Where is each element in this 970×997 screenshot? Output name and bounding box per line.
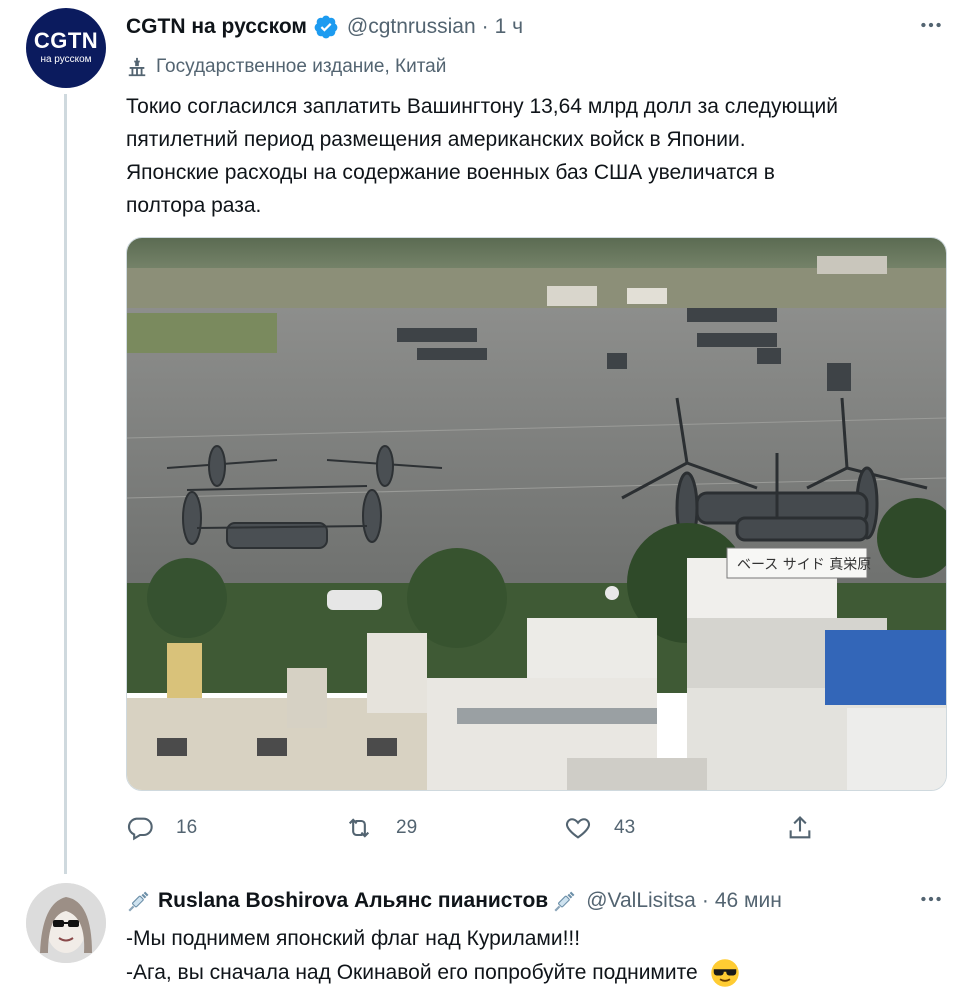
syringe-icon — [554, 891, 575, 912]
handle[interactable]: @cgtnrussian — [347, 15, 476, 39]
retweet-count: 29 — [396, 817, 418, 838]
avatar-logo-subtext: на русском — [40, 54, 92, 65]
syringe-icon — [128, 891, 149, 912]
tweet-photo[interactable]: ベース サイド 真栄原 — [126, 237, 947, 791]
tweet-text: Токио согласился заплатить Вашингтону 13… — [126, 90, 946, 222]
reply-text: -Мы поднимем японский флаг над Курилами!… — [126, 922, 740, 990]
reply-icon — [127, 817, 153, 841]
reply-timestamp[interactable]: 46 мин — [715, 889, 782, 913]
separator-dot: · — [701, 889, 709, 912]
media-sign-text: ベース サイド 真栄原 — [737, 557, 871, 573]
reply-avatar-portrait — [26, 883, 106, 963]
state-label-text: Государственное издание, Китай — [156, 56, 447, 77]
retweet-icon — [348, 818, 370, 838]
reply-button[interactable]: 16 — [126, 808, 197, 848]
sunglasses-emoji-icon — [710, 959, 739, 988]
reply-count: 16 — [176, 817, 198, 838]
like-button[interactable]: 43 — [564, 808, 635, 848]
reply-avatar[interactable] — [26, 883, 106, 963]
reply-handle[interactable]: @ValLisitsa — [586, 889, 696, 913]
reply-header: Ruslana Boshirova Альянс пианистов @ValL… — [126, 884, 782, 918]
like-count: 43 — [614, 817, 636, 838]
more-options-button[interactable] — [916, 10, 946, 40]
tweet-header: CGTN на русском @cgtnrussian · 1 ч — [126, 10, 523, 44]
thread-connector-line — [64, 94, 67, 874]
more-dots-icon — [921, 896, 941, 902]
heart-icon — [565, 818, 591, 839]
verified-badge-icon — [314, 15, 338, 39]
timestamp[interactable]: 1 ч — [495, 15, 523, 39]
reply-text-line-content: -Ага, вы сначала над Окинавой его попроб… — [126, 961, 698, 984]
avatar[interactable]: CGTN на русском — [26, 8, 106, 88]
tweet-actions: 16 29 43 — [126, 808, 826, 848]
reply-display-name[interactable]: Ruslana Boshirova Альянс пианистов — [158, 889, 548, 913]
tweet-text-line: Токио согласился заплатить Вашингтону 13… — [126, 95, 838, 118]
reply-text-line-2: -Ага, вы сначала над Окинавой его попроб… — [126, 956, 740, 990]
airbase-photo-illustration: ベース サイド 真栄原 — [127, 238, 946, 790]
share-button[interactable] — [786, 808, 836, 848]
state-media-icon — [128, 57, 146, 77]
more-dots-icon — [921, 22, 941, 28]
tweet-text-line: пятилетний период размещения американски… — [126, 128, 746, 151]
reply-text-line: -Мы поднимем японский флаг над Курилами!… — [126, 927, 581, 950]
separator-dot: · — [481, 15, 489, 38]
tweet-text-line: полтора раза. — [126, 194, 262, 217]
reply-more-options-button[interactable] — [916, 884, 946, 914]
state-affiliated-label[interactable]: Государственное издание, Китай — [126, 52, 446, 82]
display-name[interactable]: CGTN на русском — [126, 15, 307, 39]
retweet-button[interactable]: 29 — [344, 808, 417, 848]
tweet-text-line: Японские расходы на содержание военных б… — [126, 161, 775, 184]
share-icon — [789, 816, 811, 839]
avatar-logo-text: CGTN — [33, 28, 99, 53]
